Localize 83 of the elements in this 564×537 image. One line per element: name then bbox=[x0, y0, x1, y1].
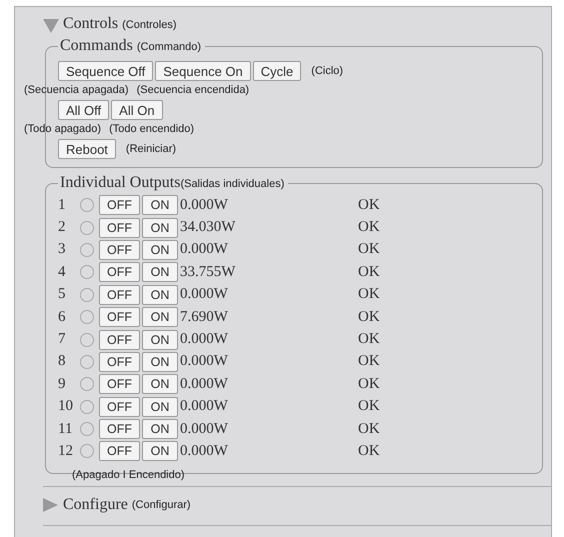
command-button[interactable]: Sequence On bbox=[155, 61, 251, 81]
group-title: Commands bbox=[60, 37, 133, 54]
status-text: OK bbox=[358, 308, 380, 326]
power-reading: 0.000W bbox=[180, 442, 229, 460]
output-number: 1 bbox=[58, 196, 66, 214]
off-button[interactable]: OFF bbox=[99, 441, 140, 462]
status-text: OK bbox=[358, 241, 380, 258]
status-text: OK bbox=[358, 286, 380, 304]
power-reading: 0.000W bbox=[180, 241, 229, 258]
power-reading: 0.000W bbox=[180, 353, 229, 370]
annotation: (Apagado I Encendido) bbox=[72, 468, 185, 481]
output-number: 2 bbox=[58, 219, 66, 236]
caret-down-icon[interactable] bbox=[43, 19, 59, 33]
off-button[interactable]: OFF bbox=[99, 352, 140, 372]
off-button[interactable]: OFF bbox=[99, 195, 140, 216]
status-text: OK bbox=[358, 420, 380, 438]
off-button[interactable]: OFF bbox=[99, 330, 140, 350]
power-reading: 0.000W bbox=[180, 420, 229, 438]
annotation: (Configurar) bbox=[132, 498, 191, 511]
output-number: 10 bbox=[58, 398, 74, 416]
power-reading: 0.000W bbox=[180, 398, 229, 416]
off-button[interactable]: OFF bbox=[99, 396, 140, 417]
output-number: 3 bbox=[58, 241, 66, 258]
output-number: 12 bbox=[58, 442, 74, 460]
off-button[interactable]: OFF bbox=[99, 218, 140, 238]
caret-right-icon[interactable] bbox=[43, 498, 59, 512]
output-number: 5 bbox=[58, 286, 66, 304]
command-button[interactable]: Cycle bbox=[252, 61, 302, 81]
on-button[interactable]: ON bbox=[142, 284, 178, 305]
status-text: OK bbox=[358, 398, 380, 416]
off-button[interactable]: OFF bbox=[99, 307, 140, 328]
annotation: (Salidas individuales) bbox=[180, 178, 284, 190]
power-reading: 0.000W bbox=[180, 196, 229, 214]
annotation: (Commando) bbox=[136, 41, 202, 53]
annotation: (Ciclo) bbox=[311, 65, 344, 77]
command-button[interactable]: Reboot bbox=[58, 139, 116, 159]
on-button[interactable]: ON bbox=[142, 330, 178, 350]
status-text: OK bbox=[358, 331, 380, 348]
off-button[interactable]: OFF bbox=[99, 284, 140, 305]
annotation: (Controles) bbox=[122, 19, 177, 31]
output-number: 6 bbox=[58, 308, 66, 326]
output-number: 4 bbox=[58, 264, 66, 281]
power-reading: 33.755W bbox=[180, 264, 236, 281]
status-text: OK bbox=[358, 442, 380, 460]
section-title[interactable]: Configure bbox=[63, 496, 128, 514]
off-button[interactable]: OFF bbox=[99, 374, 140, 394]
command-button[interactable]: Sequence Off bbox=[58, 61, 154, 81]
annotation: (Todo encendido) bbox=[109, 123, 194, 135]
annotation: (Todo apagado) bbox=[24, 123, 102, 135]
output-number: 8 bbox=[58, 353, 66, 370]
power-reading: 0.000W bbox=[180, 286, 229, 304]
status-text: OK bbox=[358, 264, 380, 281]
status-text: OK bbox=[358, 219, 380, 236]
power-reading: 0.000W bbox=[180, 376, 229, 393]
on-button[interactable]: ON bbox=[142, 441, 178, 462]
status-text: OK bbox=[358, 196, 380, 214]
on-button[interactable]: ON bbox=[142, 352, 178, 372]
on-button[interactable]: ON bbox=[142, 419, 178, 440]
on-button[interactable]: ON bbox=[142, 262, 178, 282]
output-number: 11 bbox=[58, 420, 74, 438]
command-button[interactable]: All On bbox=[111, 100, 163, 120]
power-reading: 34.030W bbox=[180, 219, 236, 236]
command-button[interactable]: All Off bbox=[58, 100, 110, 120]
off-button[interactable]: OFF bbox=[99, 419, 140, 440]
power-reading: 7.690W bbox=[180, 308, 229, 326]
power-reading: 0.000W bbox=[180, 331, 229, 348]
output-number: 9 bbox=[58, 376, 66, 393]
section-title[interactable]: Controls bbox=[63, 15, 118, 33]
group-title: Individual Outputs bbox=[60, 174, 180, 191]
on-button[interactable]: ON bbox=[142, 240, 178, 260]
off-button[interactable]: OFF bbox=[99, 262, 140, 282]
annotation: (Reiniciar) bbox=[126, 143, 176, 155]
annotation: (Secuencia apagada) bbox=[24, 84, 129, 96]
on-button[interactable]: ON bbox=[142, 374, 178, 394]
on-button[interactable]: ON bbox=[142, 396, 178, 417]
output-number: 7 bbox=[58, 331, 66, 348]
status-text: OK bbox=[358, 353, 380, 370]
annotation: (Secuencia encendida) bbox=[136, 84, 250, 96]
status-text: OK bbox=[358, 376, 380, 393]
on-button[interactable]: ON bbox=[142, 218, 178, 238]
off-button[interactable]: OFF bbox=[99, 240, 140, 260]
on-button[interactable]: ON bbox=[142, 195, 178, 216]
on-button[interactable]: ON bbox=[142, 307, 178, 328]
